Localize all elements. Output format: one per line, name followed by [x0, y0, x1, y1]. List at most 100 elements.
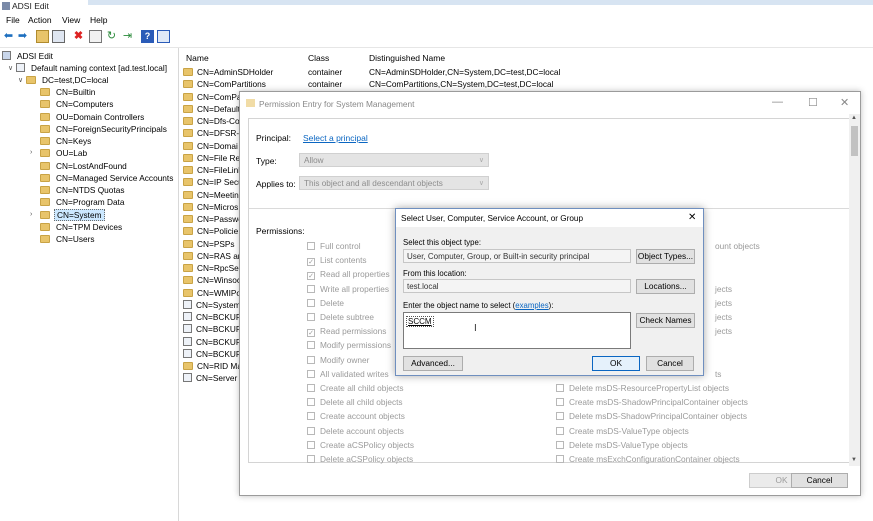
list-row[interactable]: CN=Domai	[183, 141, 238, 153]
list-row[interactable]: CN=DFSR-G	[183, 128, 246, 140]
permission-checkbox[interactable]: Create msDS-ValueType objects	[556, 426, 689, 438]
tree-item[interactable]: OU=Lab	[40, 148, 89, 160]
list-row[interactable]: CN=Meetin	[183, 190, 239, 202]
tree-naming-context[interactable]: Default naming context [ad.test.local]	[16, 63, 169, 75]
tree-item[interactable]: CN=TPM Devices	[40, 222, 124, 234]
permission-checkbox[interactable]: Write all properties	[307, 284, 389, 296]
permission-checkbox[interactable]: Delete aCSPolicy objects	[307, 454, 413, 466]
list-row[interactable]: CN=IP Secu	[183, 177, 243, 189]
locations-button[interactable]: Locations...	[636, 279, 695, 294]
tree-domain[interactable]: DC=test,DC=local	[26, 75, 110, 87]
chevron-down-icon[interactable]: ∨	[18, 76, 23, 84]
tree-item[interactable]: CN=Computers	[40, 99, 115, 111]
permission-checkbox[interactable]: Delete subtree	[307, 312, 374, 324]
permission-checkbox[interactable]: Create msExchConfigurationContainer obje…	[556, 454, 740, 466]
type-dropdown[interactable]: Allow ∨	[299, 153, 489, 167]
refresh-icon[interactable]: ↻	[105, 30, 118, 43]
tree-item[interactable]: CN=Builtin	[40, 87, 97, 99]
permission-checkbox[interactable]: Modify owner	[307, 355, 369, 367]
advanced-button[interactable]: Advanced...	[403, 356, 463, 371]
list-row[interactable]: CN=Dfs-Co	[183, 116, 240, 128]
export-icon[interactable]: ⇥	[121, 30, 134, 43]
chevron-down-icon[interactable]: ∨	[8, 64, 13, 72]
scroll-up-icon[interactable]: ▲	[851, 115, 857, 121]
chevron-right-icon[interactable]: ›	[30, 211, 32, 218]
cancel-button[interactable]: Cancel	[646, 356, 694, 371]
menu-view[interactable]: View	[62, 15, 80, 25]
menu-file[interactable]: File	[6, 15, 20, 25]
check-names-button[interactable]: Check Names	[636, 313, 695, 328]
tree-item[interactable]: CN=Users	[40, 234, 97, 246]
permission-checkbox[interactable]: Create account objects	[307, 411, 405, 423]
tree-item[interactable]: CN=ForeignSecurityPrincipals	[40, 124, 169, 136]
up-folder-icon[interactable]	[36, 30, 49, 43]
list-row[interactable]: CN=System	[183, 299, 241, 312]
list-row[interactable]: CN=File Rep	[183, 153, 245, 165]
help-icon[interactable]: ?	[141, 30, 154, 43]
ok-button[interactable]: OK	[592, 356, 640, 371]
scroll-down-icon[interactable]: ▼	[851, 457, 857, 463]
list-row[interactable]: CN=BCKUP	[183, 348, 241, 361]
delete-icon[interactable]: ✖	[72, 30, 85, 43]
permission-checkbox[interactable]: Create aCSPolicy objects	[307, 440, 414, 452]
perm-scrollbar[interactable]: ▲ ▼	[849, 114, 860, 466]
tree-item[interactable]: CN=NTDS Quotas	[40, 185, 126, 197]
select-principal-link[interactable]: Select a principal	[303, 133, 368, 143]
permission-checkbox[interactable]: Delete	[307, 298, 344, 310]
col-dn[interactable]: Distinguished Name	[369, 53, 445, 63]
permission-checkbox[interactable]: Modify permissions	[307, 340, 391, 352]
maximize-icon[interactable]: ☐	[808, 96, 818, 109]
list-row[interactable]: CN=BCKUP	[183, 312, 241, 324]
properties-icon[interactable]	[89, 30, 102, 43]
close-icon[interactable]: ✕	[840, 96, 849, 109]
tree-item[interactable]: CN=LostAndFound	[40, 161, 129, 173]
list-row[interactable]: CN=WMIPo	[183, 288, 241, 300]
list-row[interactable]: CN=Default	[183, 104, 240, 116]
menu-help[interactable]: Help	[90, 15, 107, 25]
list-row[interactable]: CN=RpcSer	[183, 263, 242, 275]
forward-arrow-icon[interactable]: ➡	[16, 30, 29, 43]
list-row[interactable]: CN=ComPartitions container CN=ComPartition…	[183, 79, 553, 91]
examples-link[interactable]: examples	[515, 301, 548, 310]
tree-item[interactable]: CN=Managed Service Accounts	[40, 173, 175, 185]
back-arrow-icon[interactable]: ⬅	[2, 30, 15, 43]
tree-item[interactable]: CN=Program Data	[40, 197, 126, 209]
permission-checkbox[interactable]: All validated writes	[307, 369, 389, 381]
list-row[interactable]: CN=RAS an	[183, 251, 242, 263]
permission-checkbox[interactable]: Delete msDS-ValueType objects	[556, 440, 688, 452]
list-row[interactable]: CN=AdminSDHolder container CN=AdminSDHolde…	[183, 67, 560, 79]
list-row[interactable]: CN=Winsoc	[183, 275, 241, 287]
console-tree-icon[interactable]	[157, 30, 170, 43]
applies-to-dropdown[interactable]: This object and all descendant objects ∨	[299, 176, 489, 190]
permission-checkbox[interactable]: Delete msDS-ResourcePropertyList objects	[556, 383, 729, 395]
tree-item[interactable]: CN=System	[40, 208, 105, 222]
list-row[interactable]: CN=BCKUP	[183, 324, 241, 336]
list-row[interactable]: CN=Policie	[183, 226, 238, 238]
list-row[interactable]: CN=PSPs	[183, 239, 235, 251]
permission-checkbox[interactable]: ✓ Read permissions	[307, 326, 386, 338]
list-row[interactable]: CN=RID Ma	[183, 361, 242, 373]
scroll-thumb[interactable]	[851, 126, 858, 156]
permission-checkbox[interactable]: Delete account objects	[307, 426, 404, 438]
list-row[interactable]: CN=ComPa	[183, 92, 242, 104]
menu-action[interactable]: Action	[28, 15, 52, 25]
permission-checkbox[interactable]: ✓ List contents	[307, 255, 367, 267]
close-icon[interactable]: ✕	[688, 212, 696, 223]
show-hide-tree-icon[interactable]	[52, 30, 65, 43]
list-row[interactable]: CN=Server	[183, 373, 237, 385]
minimize-icon[interactable]: —	[772, 96, 783, 108]
permission-checkbox[interactable]: Full control	[307, 241, 361, 253]
perm-cancel-button[interactable]: Cancel	[791, 473, 848, 488]
col-class[interactable]: Class	[308, 53, 329, 63]
permission-checkbox[interactable]: Create msDS-ShadowPrincipalContainer obj…	[556, 397, 748, 409]
object-name-input[interactable]: SCCM I	[403, 312, 631, 349]
permission-checkbox[interactable]: Delete all child objects	[307, 397, 403, 409]
list-row[interactable]: CN=Micros	[183, 202, 238, 214]
list-row[interactable]: CN=Passwo	[183, 214, 243, 226]
permission-checkbox[interactable]: ✓ Read all properties	[307, 269, 390, 281]
tree-root[interactable]: ADSI Edit	[2, 51, 55, 63]
chevron-right-icon[interactable]: ›	[30, 149, 32, 156]
list-row[interactable]: CN=FileLink	[183, 165, 242, 177]
tree-item[interactable]: OU=Domain Controllers	[40, 112, 146, 124]
tree-item[interactable]: CN=Keys	[40, 136, 93, 148]
